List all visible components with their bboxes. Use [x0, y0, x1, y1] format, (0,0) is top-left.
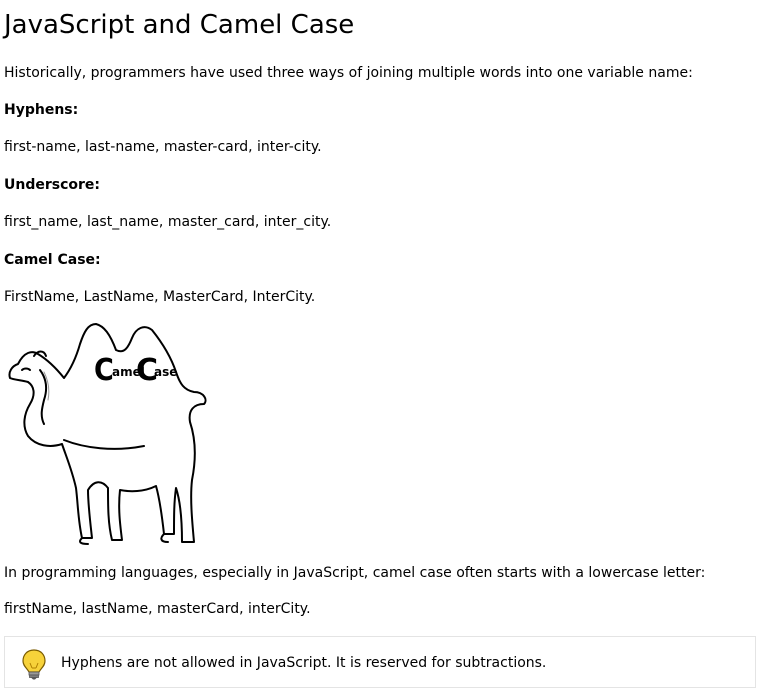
section-example-camel-case: FirstName, LastName, MasterCard, InterCi…	[4, 289, 316, 305]
svg-text:ase: ase	[154, 365, 177, 379]
intro-paragraph: Historically, programmers have used thre…	[4, 65, 693, 81]
section-heading-underscore: Underscore:	[4, 177, 101, 193]
section-example-underscore: first_name, last_name, master_card, inte…	[4, 214, 332, 230]
section-heading-hyphens: Hyphens:	[4, 102, 79, 118]
js-paragraph: In programming languages, especially in …	[4, 565, 706, 581]
svg-text:C: C	[94, 353, 114, 388]
page-title: JavaScript and Camel Case	[4, 10, 355, 40]
js-example: firstName, lastName, masterCard, interCi…	[4, 601, 311, 617]
lightbulb-icon	[22, 649, 46, 680]
note-box: Hyphens are not allowed in JavaScript. I…	[4, 636, 756, 688]
section-heading-camel-case: Camel Case:	[4, 252, 101, 268]
camel-illustration: C amel C ase	[8, 323, 207, 545]
note-text: Hyphens are not allowed in JavaScript. I…	[61, 655, 547, 671]
section-example-hyphens: first-name, last-name, master-card, inte…	[4, 139, 322, 155]
